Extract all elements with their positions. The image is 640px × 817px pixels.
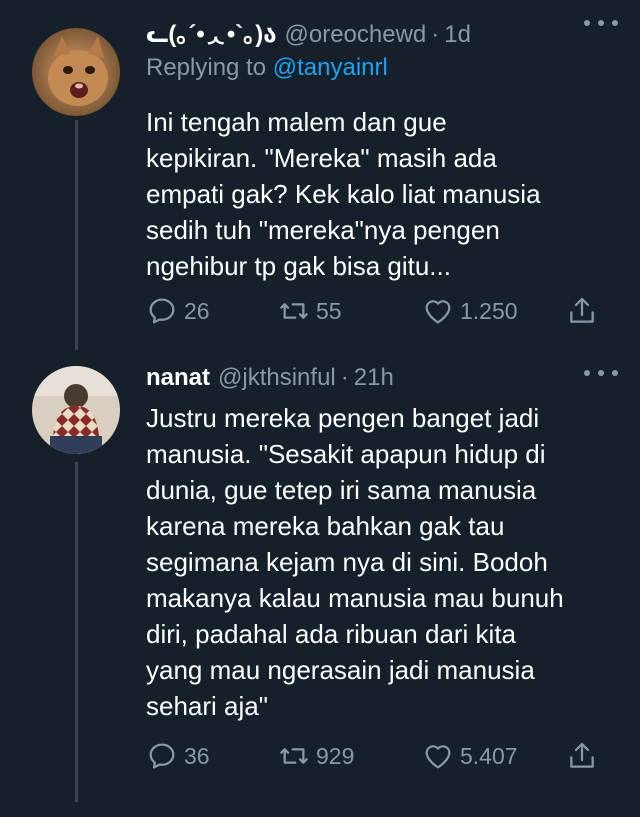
like-count: 1.250: [460, 297, 518, 324]
retweet-icon: [280, 748, 308, 764]
tweet-oreochewd[interactable]: ᓚ(｡´•ᆺ•`｡)ა @oreochewd · 1d Replying to …: [0, 0, 640, 350]
user-handle[interactable]: @oreochewd: [285, 21, 427, 49]
timestamp[interactable]: 21h: [354, 364, 394, 392]
tweet-body: nanat @jkthsinful · 21h Justru mereka pe…: [146, 364, 620, 724]
like-icon: [425, 745, 451, 769]
thread-line: [75, 462, 78, 802]
share-button[interactable]: [566, 295, 598, 327]
like-button[interactable]: 1.250: [422, 295, 518, 327]
more-icon[interactable]: [584, 18, 618, 28]
dot-separator: ·: [340, 364, 349, 391]
share-icon: [570, 297, 594, 323]
tweet-actions: 36 929 5.407: [146, 736, 596, 776]
like-button[interactable]: 5.407: [422, 740, 518, 772]
display-name[interactable]: nanat: [146, 364, 210, 392]
tweet-header: nanat @jkthsinful · 21h: [146, 364, 620, 400]
retweet-button[interactable]: 929: [278, 740, 354, 772]
cat-avatar-image: [32, 28, 120, 116]
person-avatar-image: [32, 366, 120, 454]
more-icon[interactable]: [584, 368, 618, 378]
tweet-header: ᓚ(｡´•ᆺ•`｡)ა @oreochewd · 1d: [146, 14, 620, 50]
like-icon: [425, 300, 451, 324]
reply-button[interactable]: 36: [146, 740, 210, 772]
avatar-jkthsinful[interactable]: [32, 366, 120, 454]
user-handle[interactable]: @jkthsinful: [218, 364, 336, 392]
replying-to-link[interactable]: @tanyainrl: [273, 54, 388, 81]
tweet-text: Justru mereka pengen banget jadi manusia…: [146, 403, 564, 721]
replying-to-label: Replying to: [146, 54, 273, 81]
reply-count: 36: [184, 742, 210, 769]
dot-separator: ·: [431, 21, 440, 48]
tweet-jkthsinful[interactable]: nanat @jkthsinful · 21h Justru mereka pe…: [0, 350, 640, 817]
display-name[interactable]: ᓚ(｡´•ᆺ•`｡)ა: [146, 14, 277, 49]
reply-icon: [149, 743, 175, 769]
reply-icon: [149, 298, 175, 324]
reply-button[interactable]: 26: [146, 295, 210, 327]
replying-to: Replying to @tanyainrl: [146, 54, 620, 88]
tweet-body: ᓚ(｡´•ᆺ•`｡)ა @oreochewd · 1d Replying to …: [146, 14, 620, 284]
tweet-actions: 26 55 1.250: [146, 291, 596, 331]
retweet-icon: [280, 303, 308, 319]
retweet-count: 55: [316, 297, 342, 324]
retweet-button[interactable]: 55: [278, 295, 342, 327]
timestamp[interactable]: 1d: [444, 21, 471, 49]
tweet-text: Ini tengah malem dan gue kepikiran. "Mer…: [146, 107, 541, 281]
share-button[interactable]: [566, 740, 598, 772]
thread-line: [75, 120, 78, 350]
reply-count: 26: [184, 297, 210, 324]
like-count: 5.407: [460, 742, 518, 769]
retweet-count: 929: [316, 742, 355, 769]
share-icon: [570, 742, 594, 768]
avatar-oreochewd[interactable]: [32, 28, 120, 116]
